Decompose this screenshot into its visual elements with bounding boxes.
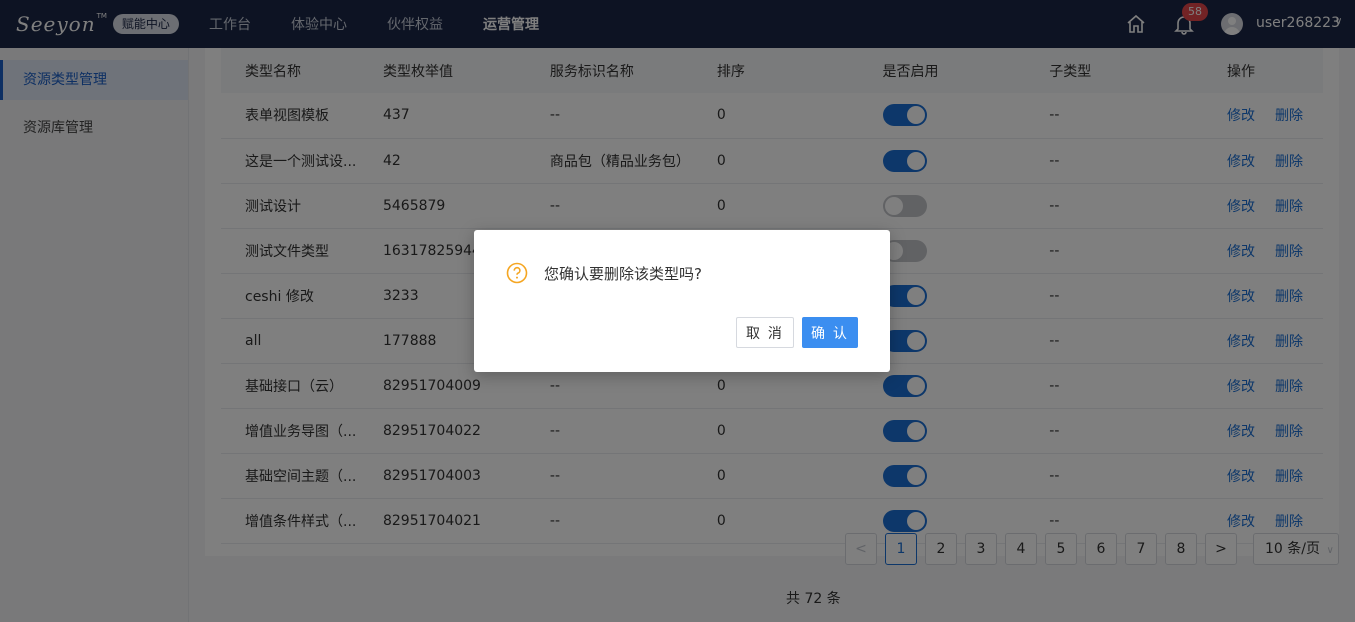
cancel-button[interactable]: 取 消 — [736, 317, 794, 348]
confirm-delete-dialog: 您确认要删除该类型吗? 取 消 确 认 — [474, 230, 890, 372]
dialog-message: 您确认要删除该类型吗? — [544, 265, 702, 283]
confirm-button[interactable]: 确 认 — [802, 317, 858, 348]
question-icon — [506, 262, 528, 284]
